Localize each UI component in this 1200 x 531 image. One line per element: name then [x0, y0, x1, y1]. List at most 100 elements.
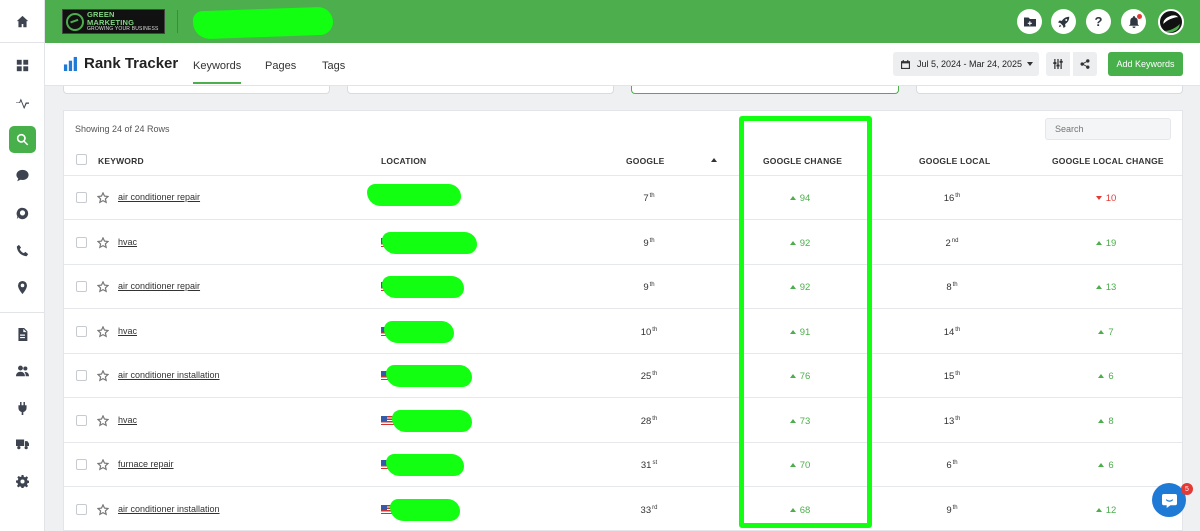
google-local-rank: 15th: [932, 371, 972, 382]
location-icon[interactable]: [9, 274, 36, 301]
user-avatar[interactable]: [1158, 9, 1184, 35]
table-row[interactable]: hvac 9th 92 2nd 19: [64, 221, 1182, 265]
brand-logo[interactable]: GREEN MARKETING GROWING YOUR BUSINESS: [62, 9, 165, 34]
keyword-link[interactable]: hvac: [118, 237, 137, 247]
sort-ascending-icon[interactable]: [711, 158, 717, 162]
table-row[interactable]: furnace repair 31st 70 6th 6: [64, 443, 1182, 487]
report-icon[interactable]: [9, 321, 36, 348]
keyword-link[interactable]: air conditioner installation: [118, 370, 220, 380]
row-checkbox[interactable]: [76, 503, 87, 515]
column-keyword[interactable]: KEYWORD: [98, 156, 144, 166]
google-rank: 7th: [629, 193, 669, 204]
star-icon[interactable]: [96, 280, 110, 293]
users-icon[interactable]: [9, 357, 36, 384]
tab-tags[interactable]: Tags: [322, 60, 345, 72]
keyword-link[interactable]: hvac: [118, 326, 137, 336]
chat-unread-badge: 5: [1181, 483, 1193, 495]
google-local-rank: 2nd: [932, 238, 972, 249]
summary-card[interactable]: [63, 86, 330, 94]
settings-icon[interactable]: [9, 468, 36, 495]
home-icon[interactable]: [0, 0, 45, 43]
column-google-change[interactable]: GOOGLE CHANGE: [763, 156, 842, 166]
row-checkbox[interactable]: [76, 281, 87, 292]
keyword-link[interactable]: air conditioner repair: [118, 281, 200, 291]
reviews-icon[interactable]: [9, 200, 36, 227]
table-row[interactable]: hvac 28th 73 13th 8: [64, 399, 1182, 443]
integrations-icon[interactable]: [9, 395, 36, 422]
google-local-rank-suffix: th: [952, 282, 958, 288]
row-checkbox[interactable]: [76, 370, 87, 381]
dashboard-icon[interactable]: [9, 52, 36, 79]
column-google-local-change[interactable]: GOOGLE LOCAL CHANGE: [1052, 156, 1164, 166]
table-row[interactable]: air conditioner repair 7th 94 16th 10: [64, 176, 1182, 220]
redacted-location: [390, 498, 460, 521]
column-google[interactable]: GOOGLE: [626, 156, 665, 166]
star-icon[interactable]: [96, 191, 110, 204]
row-checkbox[interactable]: [76, 236, 87, 248]
brand-name: GREEN MARKETING: [86, 10, 135, 27]
summary-card[interactable]: [916, 86, 1183, 94]
google-local-rank-value: 16: [943, 193, 955, 204]
google-local-rank-suffix: th: [955, 415, 961, 422]
star-icon[interactable]: [96, 502, 110, 516]
phone-icon[interactable]: [9, 237, 36, 264]
google-rank-value: 33: [640, 504, 652, 516]
rocket-icon[interactable]: [1051, 9, 1076, 34]
date-range-picker[interactable]: Jul 5, 2024 - Mar 24, 2025: [893, 52, 1039, 76]
arrow-up-icon: [1098, 374, 1105, 378]
tab-keywords[interactable]: Keywords: [193, 60, 242, 84]
chat-icon[interactable]: [9, 162, 36, 189]
star-icon[interactable]: [96, 413, 110, 427]
notification-icon[interactable]: [1121, 9, 1146, 34]
sidebar: [0, 0, 45, 531]
google-change: 92: [775, 238, 825, 249]
google-rank: 10th: [629, 327, 669, 338]
redacted-account-name[interactable]: [192, 6, 334, 40]
google-local-change-value: 8: [1108, 415, 1114, 427]
table-row[interactable]: air conditioner installation 25th 76 15th 6: [64, 354, 1182, 398]
star-icon[interactable]: [96, 235, 110, 249]
keyword-link[interactable]: air conditioner repair: [118, 192, 200, 202]
google-local-change: 6: [1081, 460, 1131, 471]
table-row[interactable]: hvac 10th 91 14th 7: [64, 310, 1182, 354]
select-all-checkbox[interactable]: [76, 154, 87, 165]
column-google-local[interactable]: GOOGLE LOCAL: [919, 156, 990, 166]
help-icon[interactable]: ?: [1086, 9, 1111, 34]
column-location[interactable]: LOCATION: [381, 156, 426, 166]
row-checkbox[interactable]: [76, 325, 87, 337]
top-bar: GREEN MARKETING GROWING YOUR BUSINESS ?: [45, 0, 1200, 43]
activity-icon[interactable]: [9, 89, 36, 116]
summary-card-active[interactable]: [631, 86, 899, 94]
tab-pages[interactable]: Pages: [265, 60, 296, 72]
add-keywords-button[interactable]: Add Keywords: [1108, 52, 1183, 76]
google-rank-suffix: th: [649, 193, 655, 199]
keyword-link[interactable]: air conditioner installation: [118, 504, 220, 514]
row-checkbox[interactable]: [76, 414, 87, 426]
star-icon[interactable]: [96, 369, 110, 382]
keyword-link[interactable]: furnace repair: [118, 459, 174, 469]
topbar-divider: [177, 10, 178, 33]
share-icon[interactable]: [1073, 52, 1097, 76]
calendar-icon: [901, 59, 910, 69]
arrow-up-icon: [789, 374, 796, 378]
row-checkbox[interactable]: [76, 192, 87, 203]
table-row[interactable]: air conditioner repair 9th 92 8th 13: [64, 265, 1182, 309]
keyword-link[interactable]: hvac: [118, 415, 137, 425]
table-row[interactable]: air conditioner installation 33rd 68 9th 12: [64, 488, 1182, 531]
google-local-change: 13: [1081, 282, 1131, 293]
star-icon[interactable]: [96, 458, 110, 471]
google-rank: 25th: [629, 371, 669, 382]
chat-bubble-icon: [1161, 493, 1177, 508]
row-checkbox[interactable]: [76, 459, 87, 470]
summary-card[interactable]: [347, 86, 614, 94]
search-input[interactable]: [1045, 118, 1171, 140]
truck-icon[interactable]: [9, 430, 36, 457]
add-folder-icon[interactable]: [1017, 9, 1042, 34]
google-change: 92: [775, 282, 825, 293]
redacted-location: [367, 184, 461, 206]
star-icon[interactable]: [96, 324, 110, 338]
google-rank-value: 10: [640, 326, 652, 338]
search-icon[interactable]: [9, 126, 36, 153]
filter-settings-icon[interactable]: [1046, 52, 1070, 76]
google-local-rank: 8th: [932, 282, 972, 293]
